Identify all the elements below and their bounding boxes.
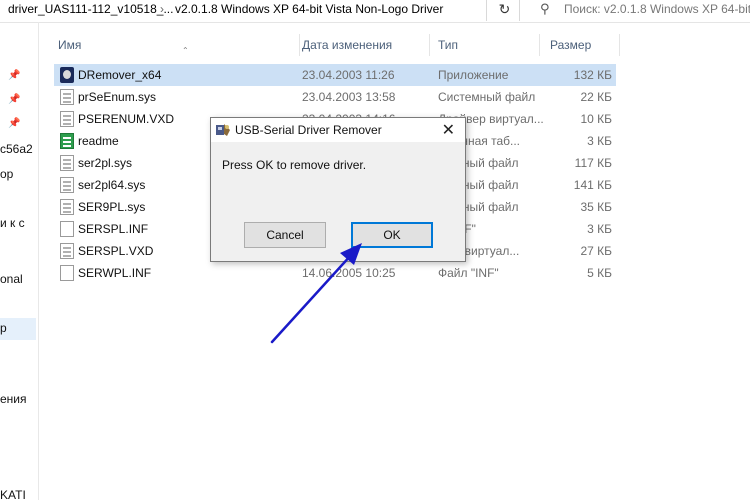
annotation-arrow-icon — [270, 243, 362, 344]
